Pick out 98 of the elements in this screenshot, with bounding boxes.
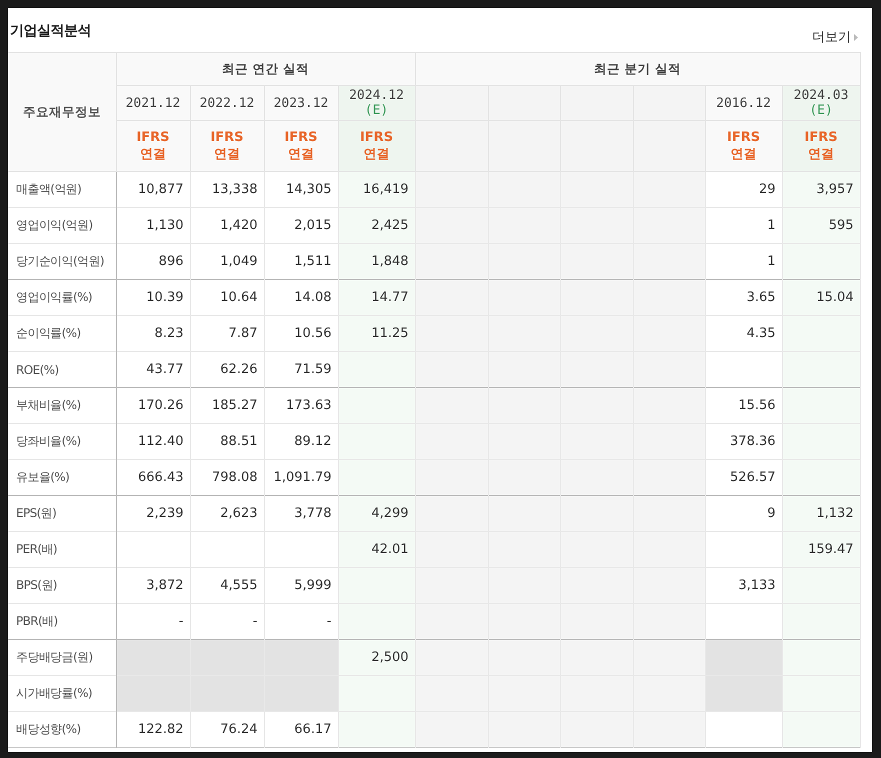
table-cell: 595 <box>782 208 860 244</box>
row-label: EPS(원) <box>8 496 116 532</box>
period-header: 2022.12 <box>198 96 256 110</box>
table-cell: 15.04 <box>782 280 860 316</box>
table-cell: 378.36 <box>705 424 782 460</box>
estimate-mark: (E) <box>808 103 834 118</box>
period-header: 2016.12 <box>715 96 772 110</box>
table-cell: 43.77 <box>116 352 190 388</box>
table-cell: 3,872 <box>116 568 190 604</box>
row-label: 주당배당금(원) <box>8 640 116 676</box>
period-header: 2024.12 <box>348 88 405 103</box>
table-cell: 10.39 <box>116 280 190 316</box>
period-header: 2021.12 <box>124 96 182 110</box>
table-cell: 11.25 <box>338 316 416 352</box>
table-cell: 66.17 <box>264 712 338 748</box>
table-cell: 29 <box>705 172 782 208</box>
table-cell: 2,015 <box>264 208 338 244</box>
row-label: 매출액(억원) <box>8 172 116 208</box>
table-cell: 4,299 <box>338 496 416 532</box>
basis-label: IFRS 연결 <box>136 129 170 163</box>
table-cell: 1,420 <box>190 208 264 244</box>
row-label: PER(배) <box>8 532 116 568</box>
table-cell: 15.56 <box>705 388 782 424</box>
more-link[interactable]: 더보기 <box>812 28 858 46</box>
table-cell: 1,848 <box>338 244 416 280</box>
table-cell: 14,305 <box>264 172 338 208</box>
table-cell: 526.57 <box>705 460 782 496</box>
table-cell: 10.56 <box>264 316 338 352</box>
table-cell: 76.24 <box>190 712 264 748</box>
table-cell: 1,049 <box>190 244 264 280</box>
table-cell: 13,338 <box>190 172 264 208</box>
table-cell: 112.40 <box>116 424 190 460</box>
period-header: 2024.03 <box>792 88 850 103</box>
table-cell: 3,957 <box>782 172 860 208</box>
table-cell: 1,132 <box>782 496 860 532</box>
table-cell: 62.26 <box>190 352 264 388</box>
table-cell: 1,130 <box>116 208 190 244</box>
table-cell: 9 <box>705 496 782 532</box>
group-header: 최근 연간 실적 <box>222 60 309 76</box>
table-cell: 2,623 <box>190 496 264 532</box>
table-cell: 7.87 <box>190 316 264 352</box>
row-label: 영업이익(억원) <box>8 208 116 244</box>
table-cell: 170.26 <box>116 388 190 424</box>
period-header: 2023.12 <box>272 96 330 110</box>
basis-label: IFRS 연결 <box>804 129 838 163</box>
estimate-mark: (E) <box>364 103 390 118</box>
table-cell: 1 <box>705 208 782 244</box>
group-header: 최근 분기 실적 <box>594 60 681 76</box>
table-cell: 14.08 <box>264 280 338 316</box>
table-cell: 88.51 <box>190 424 264 460</box>
table-cell: 4.35 <box>705 316 782 352</box>
row-label: 영업이익률(%) <box>8 280 116 316</box>
caret-icon <box>854 34 858 40</box>
table-cell: 3,778 <box>264 496 338 532</box>
table-cell: 5,999 <box>264 568 338 604</box>
row-label: PBR(배) <box>8 604 116 640</box>
row-label: 부채비율(%) <box>8 388 116 424</box>
row-label: 순이익률(%) <box>8 316 116 352</box>
table-cell: 8.23 <box>116 316 190 352</box>
table-cell: 666.43 <box>116 460 190 496</box>
basis-label: IFRS 연결 <box>360 129 394 163</box>
row-label: BPS(원) <box>8 568 116 604</box>
table-cell: 42.01 <box>338 532 416 568</box>
table-cell: 4,555 <box>190 568 264 604</box>
table-cell: 173.63 <box>264 388 338 424</box>
table-cell: 159.47 <box>782 532 860 568</box>
table-cell: 3,133 <box>705 568 782 604</box>
row-label: 당좌비율(%) <box>8 424 116 460</box>
table-cell: 896 <box>116 244 190 280</box>
table-cell: 185.27 <box>190 388 264 424</box>
table-cell: 1,511 <box>264 244 338 280</box>
table-cell: 3.65 <box>705 280 782 316</box>
table-cell: 2,500 <box>338 640 416 676</box>
table-cell: 14.77 <box>338 280 416 316</box>
table-cell: - <box>116 604 190 640</box>
basis-label: IFRS 연결 <box>210 129 244 163</box>
table-cell: 1,091.79 <box>264 460 338 496</box>
row-label: 당기순이익(억원) <box>8 244 116 280</box>
table-cell: 10,877 <box>116 172 190 208</box>
basis-label: IFRS 연결 <box>726 129 760 163</box>
table-cell: 16,419 <box>338 172 416 208</box>
row-label: 배당성향(%) <box>8 712 116 748</box>
table-cell: 2,425 <box>338 208 416 244</box>
table-cell: 10.64 <box>190 280 264 316</box>
basis-label: IFRS 연결 <box>284 129 318 163</box>
table-cell: 798.08 <box>190 460 264 496</box>
table-cell: - <box>190 604 264 640</box>
section-title: 기업실적분석 <box>10 22 91 40</box>
row-label: 유보율(%) <box>8 460 116 496</box>
row-label: 시가배당률(%) <box>8 676 116 712</box>
table-cell: 89.12 <box>264 424 338 460</box>
table-cell: - <box>264 604 338 640</box>
table-cell: 122.82 <box>116 712 190 748</box>
row-label: ROE(%) <box>8 352 116 388</box>
table-cell: 1 <box>705 244 782 280</box>
table-cell: 2,239 <box>116 496 190 532</box>
table-cell: 71.59 <box>264 352 338 388</box>
column-header: 주요재무정보 <box>22 104 101 118</box>
